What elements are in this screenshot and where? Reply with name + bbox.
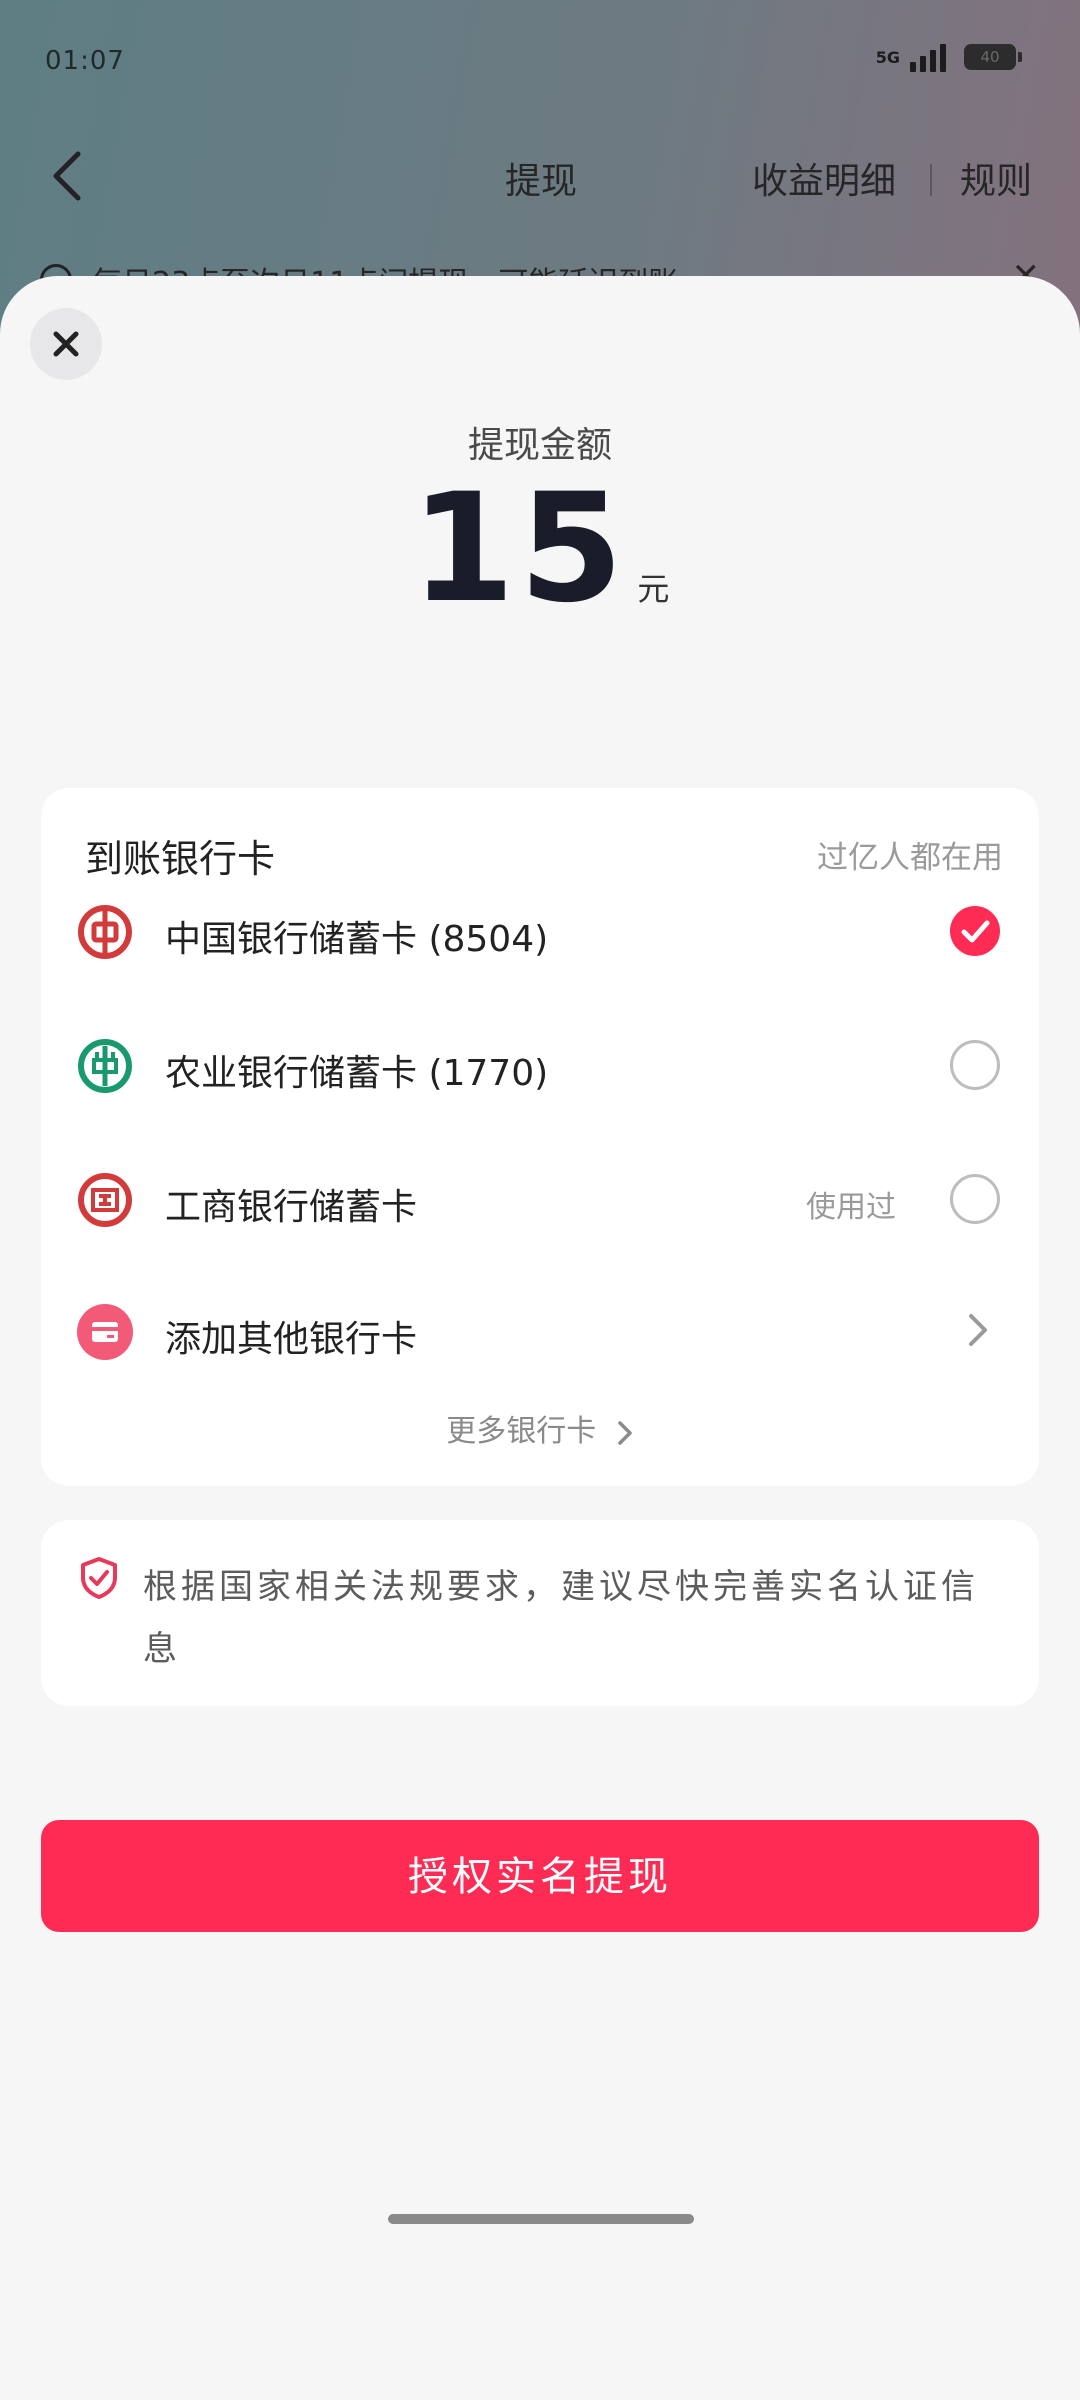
amount-value: 15 <box>410 462 628 636</box>
bank-card-option-boc[interactable]: 中国银行储蓄卡 (8504) <box>41 882 1039 982</box>
bank-card-panel: 到账银行卡 过亿人都在用 中国银行储蓄卡 (8504) 农业银行储蓄卡 (177… <box>41 788 1039 1486</box>
boc-logo-icon <box>78 905 132 959</box>
withdraw-sheet: 提现金额 15 元 到账银行卡 过亿人都在用 中国银行储蓄卡 (8504) 农业… <box>0 276 1080 2400</box>
check-icon <box>961 920 990 943</box>
amount-display: 15 元 <box>0 474 1080 624</box>
bank-card-panel-tip: 过亿人都在用 <box>817 840 1003 876</box>
amount-label: 提现金额 <box>467 425 612 466</box>
card-icon <box>77 1304 133 1360</box>
back-icon[interactable] <box>48 148 88 204</box>
bank-card-option-icbc[interactable]: 工商银行储蓄卡 使用过 <box>41 1150 1039 1250</box>
battery-level: 40 <box>980 48 1000 66</box>
rules-link[interactable]: 规则 <box>960 152 1032 204</box>
bank-card-used-note: 使用过 <box>806 1190 896 1225</box>
nav-divider <box>930 164 932 196</box>
abc-logo-icon <box>78 1039 132 1093</box>
network-type-label: 5G <box>875 47 900 67</box>
more-bank-cards-label: 更多银行卡 <box>446 1414 597 1449</box>
add-bank-card-label: 添加其他银行卡 <box>165 1319 418 1360</box>
bank-card-option-abc[interactable]: 农业银行储蓄卡 (1770) <box>41 1016 1039 1116</box>
earnings-detail-link[interactable]: 收益明细 <box>752 152 896 204</box>
status-time: 01:07 <box>45 46 125 76</box>
icbc-logo-icon <box>78 1173 132 1227</box>
signal-icon <box>910 42 946 72</box>
bank-card-panel-title: 到账银行卡 <box>85 837 276 881</box>
bank-card-name: 工商银行储蓄卡 <box>165 1187 418 1228</box>
radio-unselected[interactable] <box>950 1174 1000 1224</box>
amount-unit: 元 <box>637 570 670 608</box>
home-indicator[interactable] <box>388 2214 694 2224</box>
close-button[interactable] <box>30 308 102 380</box>
screen: 01:07 5G 40 提现 收益明细 规则 每日23点至次日11点间提现，可能… <box>0 0 1080 2400</box>
battery-icon: 40 <box>964 44 1022 70</box>
bank-card-name: 中国银行储蓄卡 (8504) <box>165 919 549 960</box>
realname-notice-text: 根据国家相关法规要求，建议尽快完善实名认证信息 <box>143 1567 979 1669</box>
radio-unselected[interactable] <box>950 1040 1000 1090</box>
authorize-withdraw-button[interactable]: 授权实名提现 <box>41 1820 1039 1932</box>
more-bank-cards-link[interactable]: 更多银行卡 <box>41 1406 1039 1450</box>
radio-selected[interactable] <box>950 906 1000 956</box>
page-title: 提现 <box>505 161 578 202</box>
chevron-right-icon <box>969 1314 987 1346</box>
realname-notice-panel: 根据国家相关法规要求，建议尽快完善实名认证信息 <box>41 1520 1039 1706</box>
bank-card-name: 农业银行储蓄卡 (1770) <box>165 1053 549 1094</box>
shield-icon <box>81 1557 117 1599</box>
add-bank-card-row[interactable]: 添加其他银行卡 <box>41 1282 1039 1382</box>
chevron-right-icon <box>618 1420 632 1445</box>
close-icon <box>53 331 79 357</box>
status-indicators: 5G 40 <box>875 42 1022 72</box>
